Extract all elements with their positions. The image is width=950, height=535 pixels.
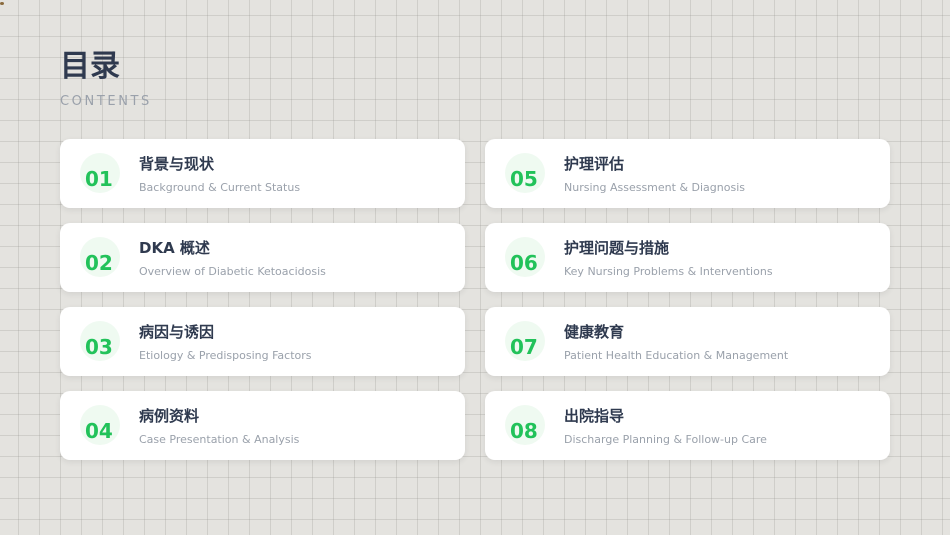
item-title: 出院指导 <box>564 407 625 425</box>
item-number: 02 <box>85 251 113 275</box>
contents-grid: 01 背景与现状 Background & Current Status 02 … <box>60 139 890 460</box>
contents-item-01[interactable]: 01 背景与现状 Background & Current Status <box>60 139 465 208</box>
contents-item-05[interactable]: 05 护理评估 Nursing Assessment & Diagnosis <box>485 139 890 208</box>
item-title: 健康教育 <box>564 323 625 341</box>
corner-speck <box>0 2 4 5</box>
item-subtitle: Discharge Planning & Follow-up Care <box>564 433 767 446</box>
item-title: 护理评估 <box>564 155 625 173</box>
item-subtitle: Overview of Diabetic Ketoacidosis <box>139 265 326 278</box>
page-title: 目录 <box>60 49 120 84</box>
contents-item-08[interactable]: 08 出院指导 Discharge Planning & Follow-up C… <box>485 391 890 460</box>
item-title: DKA 概述 <box>139 239 210 257</box>
contents-item-07[interactable]: 07 健康教育 Patient Health Education & Manag… <box>485 307 890 376</box>
item-subtitle: Background & Current Status <box>139 181 301 194</box>
page-subtitle: CONTENTS <box>60 94 152 109</box>
contents-item-02[interactable]: 02 DKA 概述 Overview of Diabetic Ketoacido… <box>60 223 465 292</box>
item-title: 护理问题与措施 <box>564 239 670 257</box>
item-subtitle: Patient Health Education & Management <box>564 349 789 362</box>
item-subtitle: Nursing Assessment & Diagnosis <box>564 181 745 194</box>
item-title: 背景与现状 <box>139 155 215 173</box>
item-number: 07 <box>510 335 538 359</box>
page-header: 目录 CONTENTS <box>60 48 152 109</box>
item-number: 04 <box>85 419 113 443</box>
contents-item-06[interactable]: 06 护理问题与措施 Key Nursing Problems & Interv… <box>485 223 890 292</box>
item-title: 病例资料 <box>139 407 200 425</box>
item-number: 03 <box>85 335 113 359</box>
item-number: 06 <box>510 251 538 275</box>
item-subtitle: Etiology & Predisposing Factors <box>139 349 312 362</box>
item-number: 05 <box>510 167 538 191</box>
item-number: 08 <box>510 419 538 443</box>
contents-item-03[interactable]: 03 病因与诱因 Etiology & Predisposing Factors <box>60 307 465 376</box>
item-subtitle: Case Presentation & Analysis <box>139 433 300 446</box>
item-subtitle: Key Nursing Problems & Interventions <box>564 265 773 278</box>
contents-item-04[interactable]: 04 病例资料 Case Presentation & Analysis <box>60 391 465 460</box>
item-title: 病因与诱因 <box>139 323 215 341</box>
item-number: 01 <box>85 167 113 191</box>
